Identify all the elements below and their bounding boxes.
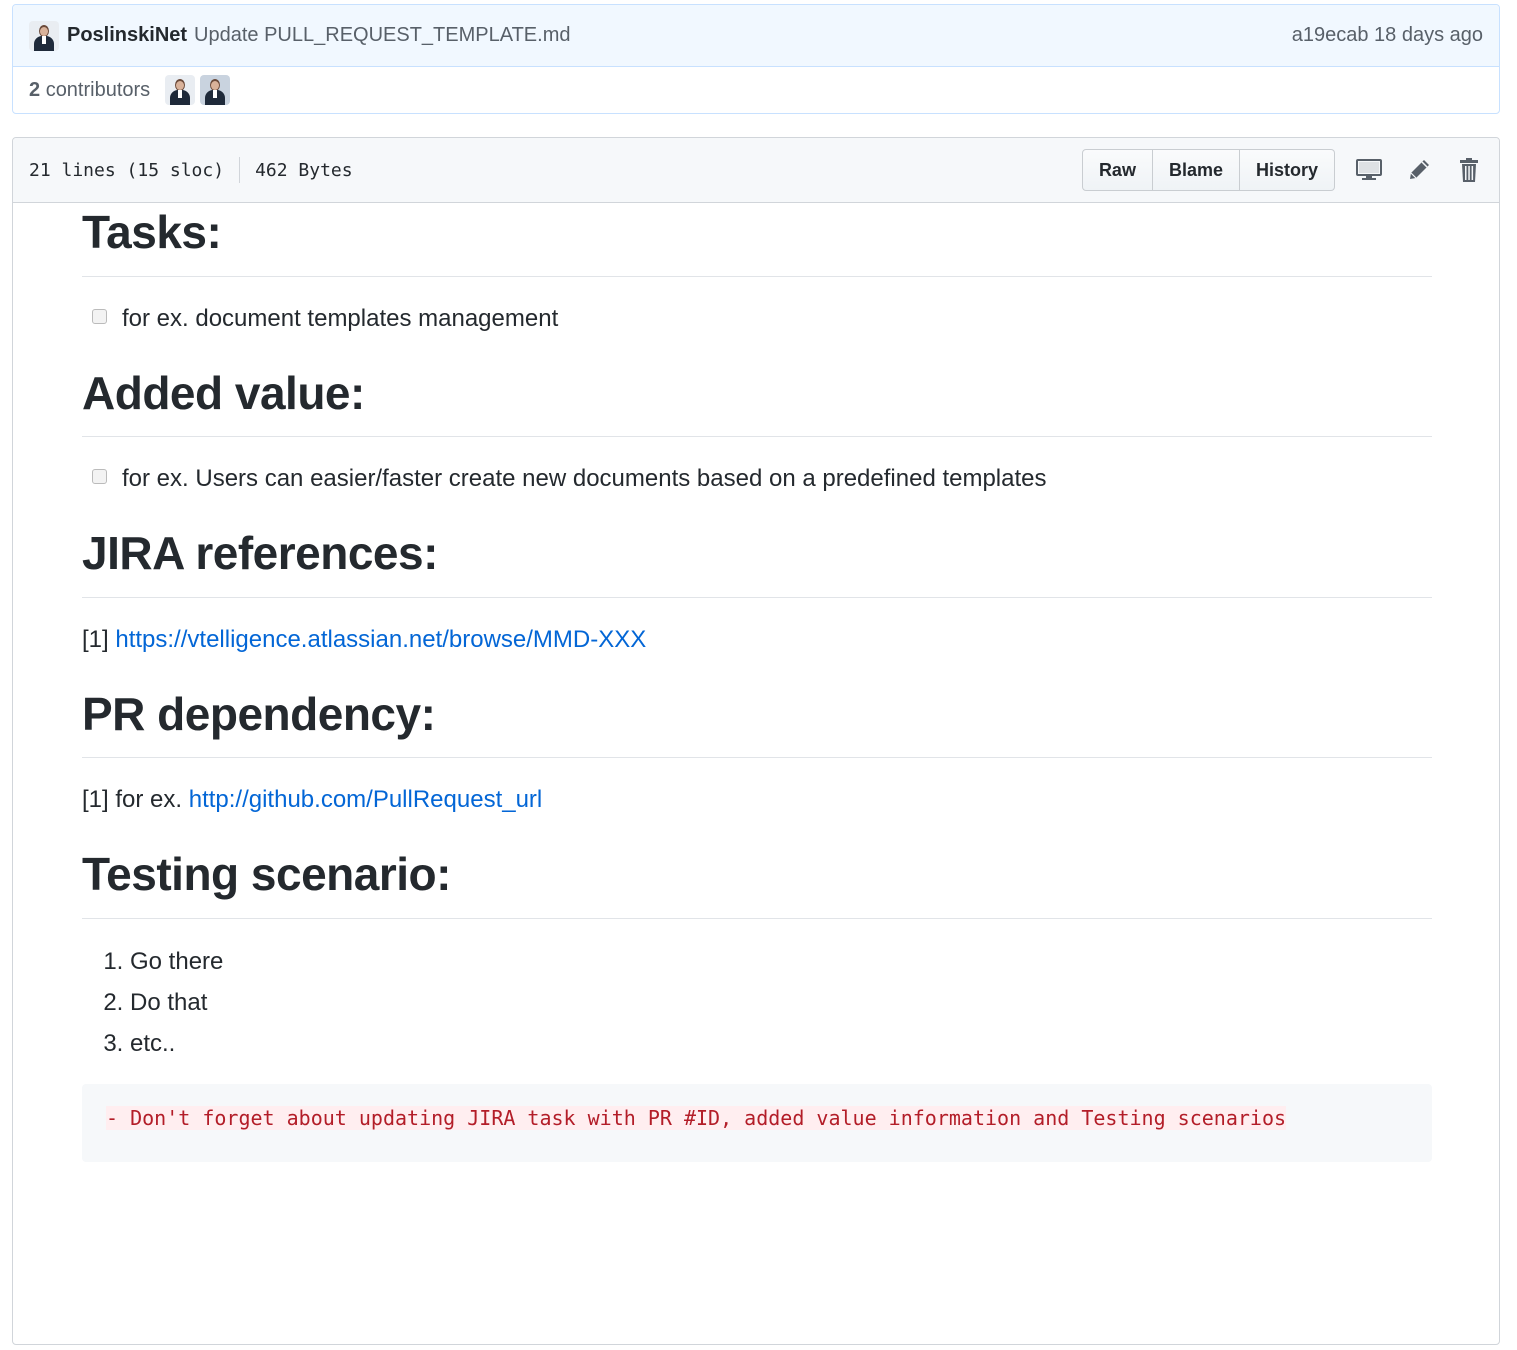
trash-icon[interactable] (1455, 156, 1483, 184)
added-value-heading: Added value: (82, 365, 1432, 437)
jira-reference-paragraph: [1] https://vtelligence.atlassian.net/br… (82, 622, 1432, 658)
latest-commit-row: PoslinskiNet Update PULL_REQUEST_TEMPLAT… (13, 5, 1499, 67)
task-text: for ex. Users can easier/faster create n… (122, 465, 1047, 492)
contributors-count[interactable]: 2 (29, 79, 40, 102)
file-line-count: 21 lines (15 sloc) (29, 159, 225, 181)
list-item: Do that (130, 982, 1432, 1023)
commit-sha-link[interactable]: a19ecab (1292, 24, 1369, 46)
file-info-divider (239, 157, 241, 183)
task-text: for ex. document templates management (122, 304, 559, 332)
task-checkbox (92, 469, 107, 484)
jira-reference-prefix: [1] (82, 625, 109, 653)
task-list-item: for ex. document templates management (92, 301, 1432, 337)
markdown-body: Tasks: for ex. document templates manage… (82, 204, 1432, 1163)
contributor-avatar[interactable] (165, 75, 196, 105)
contributors-row: 2 contributors (13, 67, 1499, 113)
commit-meta: a19ecab 18 days ago (1292, 24, 1483, 47)
task-list-item: for ex. Users can easier/faster create n… (92, 461, 1432, 497)
tasks-heading: Tasks: (82, 204, 1432, 277)
file-view-buttons: Raw Blame History (1081, 149, 1335, 191)
file-size: 462 Bytes (255, 159, 353, 181)
pr-dependency-paragraph: [1] for ex. http://github.com/PullReques… (82, 782, 1432, 818)
jira-references-heading: JIRA references: (82, 525, 1432, 598)
file-actions (1355, 156, 1483, 184)
file-header: 21 lines (15 sloc) 462 Bytes Raw Blame H… (13, 138, 1499, 203)
pr-dependency-link[interactable]: http://github.com/PullRequest_url (189, 786, 543, 813)
diff-code-block: - Don't forget about updating JIRA task … (82, 1084, 1432, 1163)
testing-steps-list: Go there Do that etc.. (82, 941, 1432, 1065)
commit-time: 18 days ago (1374, 24, 1483, 46)
blame-button[interactable]: Blame (1152, 149, 1240, 191)
pr-dependency-prefix: [1] for ex. (82, 786, 183, 813)
testing-scenario-heading: Testing scenario: (82, 846, 1432, 919)
list-item: etc.. (130, 1023, 1432, 1064)
commit-message-link[interactable]: Update PULL_REQUEST_TEMPLATE.md (194, 24, 570, 47)
task-checkbox (92, 308, 107, 324)
commit-tease: PoslinskiNet Update PULL_REQUEST_TEMPLAT… (12, 4, 1500, 114)
author-avatar[interactable] (29, 20, 59, 51)
commit-author-link[interactable]: PoslinskiNet (67, 24, 187, 47)
raw-button[interactable]: Raw (1081, 149, 1153, 191)
desktop-icon[interactable] (1355, 156, 1383, 184)
list-item: Go there (130, 941, 1432, 982)
file-container: 21 lines (15 sloc) 462 Bytes Raw Blame H… (12, 137, 1500, 1345)
file-info: 21 lines (15 sloc) 462 Bytes (29, 157, 353, 183)
pencil-icon[interactable] (1405, 156, 1433, 184)
diff-deleted-line: - Don't forget about updating JIRA task … (106, 1106, 1287, 1131)
contributors-label[interactable]: contributors (46, 79, 151, 102)
history-button[interactable]: History (1239, 149, 1335, 191)
contributor-avatars (165, 75, 231, 105)
contributor-avatar[interactable] (200, 75, 231, 105)
jira-reference-link[interactable]: https://vtelligence.atlassian.net/browse… (115, 626, 646, 653)
pr-dependency-heading: PR dependency: (82, 686, 1432, 758)
